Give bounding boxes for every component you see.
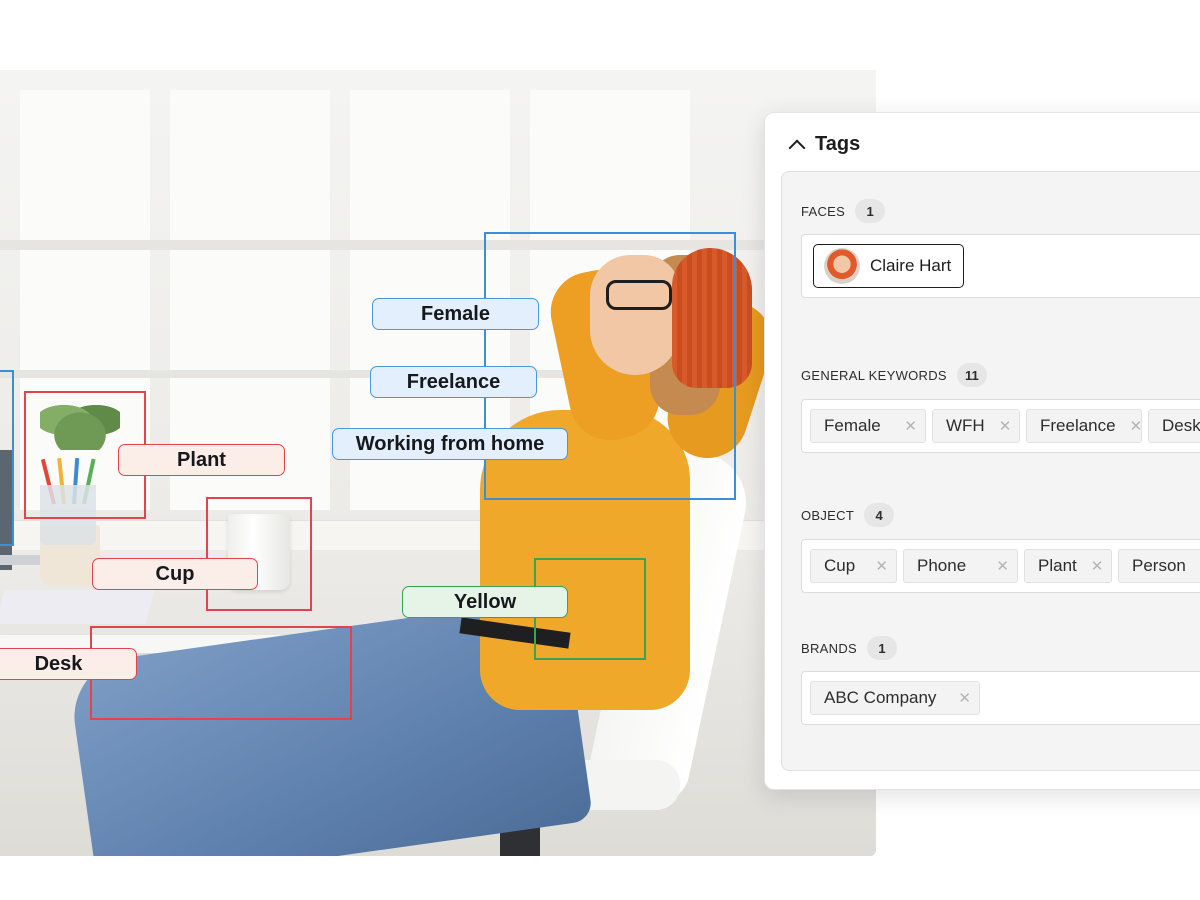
remove-icon[interactable]: ✕ [1091, 557, 1104, 575]
tag-label: Person [1132, 556, 1186, 575]
brands-tag-box[interactable]: ABC Company ✕ [801, 671, 1200, 725]
tag-chip[interactable]: WFH ✕ [932, 409, 1020, 443]
laptop-bounding-box [0, 370, 14, 546]
remove-icon[interactable]: ✕ [1130, 417, 1143, 435]
section-title: OBJECT [801, 507, 855, 523]
annotation-cup[interactable]: Cup [92, 558, 258, 590]
tag-chip[interactable]: Female ✕ [810, 409, 926, 443]
annotation-working-from-home[interactable]: Working from home [332, 428, 568, 460]
object-section-header: OBJECT 4 [801, 503, 895, 527]
remove-icon[interactable]: ✕ [875, 557, 888, 575]
tag-label: Freelance [1040, 416, 1116, 435]
annotation-plant[interactable]: Plant [118, 444, 285, 476]
tags-panel-header[interactable]: Tags [788, 133, 861, 156]
tag-chip[interactable]: Phone ✕ [903, 549, 1018, 583]
face-name: Claire Hart [870, 256, 952, 275]
tag-label: Female [824, 416, 881, 435]
annotation-desk[interactable]: Desk [0, 648, 137, 680]
avatar [824, 248, 860, 284]
section-title: BRANDS [801, 640, 857, 656]
annotation-female[interactable]: Female [372, 298, 539, 330]
section-title: FACES [801, 203, 846, 219]
tag-label: WFH [946, 416, 985, 435]
tag-chip[interactable]: Desk ✕ [1148, 409, 1200, 443]
section-title: GENERAL KEYWORDS [801, 367, 947, 383]
remove-icon[interactable]: ✕ [958, 689, 971, 707]
annotation-yellow[interactable]: Yellow [402, 586, 568, 618]
remove-icon[interactable]: ✕ [904, 417, 917, 435]
tag-label: Phone [917, 556, 967, 575]
chevron-up-icon[interactable] [788, 139, 806, 156]
count-badge: 4 [864, 503, 895, 527]
tag-label: ABC Company [824, 688, 937, 707]
papers [0, 590, 155, 624]
tags-panel-body: FACES 1 Claire Hart GENERAL KEYWORDS 11 … [781, 171, 1200, 771]
tag-chip[interactable]: Person ✕ [1118, 549, 1200, 583]
window-sill [0, 520, 876, 551]
remove-icon[interactable]: ✕ [996, 557, 1009, 575]
general-keywords-section-header: GENERAL KEYWORDS 11 [801, 363, 987, 387]
tags-panel: Tags FACES 1 Claire Hart GENERAL KEYWORD… [764, 112, 1200, 790]
faces-tag-box[interactable]: Claire Hart [801, 234, 1200, 298]
brands-section-header: BRANDS 1 [801, 636, 897, 660]
annotation-freelance[interactable]: Freelance [370, 366, 537, 398]
faces-section-header: FACES 1 [801, 199, 886, 223]
tag-chip[interactable]: Cup ✕ [810, 549, 897, 583]
tag-chip[interactable]: Plant ✕ [1024, 549, 1112, 583]
tag-label: Desk [1162, 416, 1200, 435]
tag-chip[interactable]: Freelance ✕ [1026, 409, 1142, 443]
tag-label: Cup [824, 556, 856, 575]
tag-label: Plant [1038, 556, 1077, 575]
window-mullion [0, 240, 876, 250]
count-badge: 1 [855, 199, 886, 223]
count-badge: 11 [956, 363, 987, 387]
panel-title: Tags [815, 133, 861, 155]
face-chip[interactable]: Claire Hart [813, 244, 965, 288]
remove-icon[interactable]: ✕ [999, 417, 1012, 435]
count-badge: 1 [866, 636, 897, 660]
object-tag-box[interactable]: Cup ✕ Phone ✕ Plant ✕ Person ✕ [801, 539, 1200, 593]
cup-bounding-box [206, 497, 312, 611]
general-keywords-tag-box[interactable]: Female ✕ WFH ✕ Freelance ✕ Desk ✕ [801, 399, 1200, 453]
tag-chip[interactable]: ABC Company ✕ [810, 681, 980, 715]
